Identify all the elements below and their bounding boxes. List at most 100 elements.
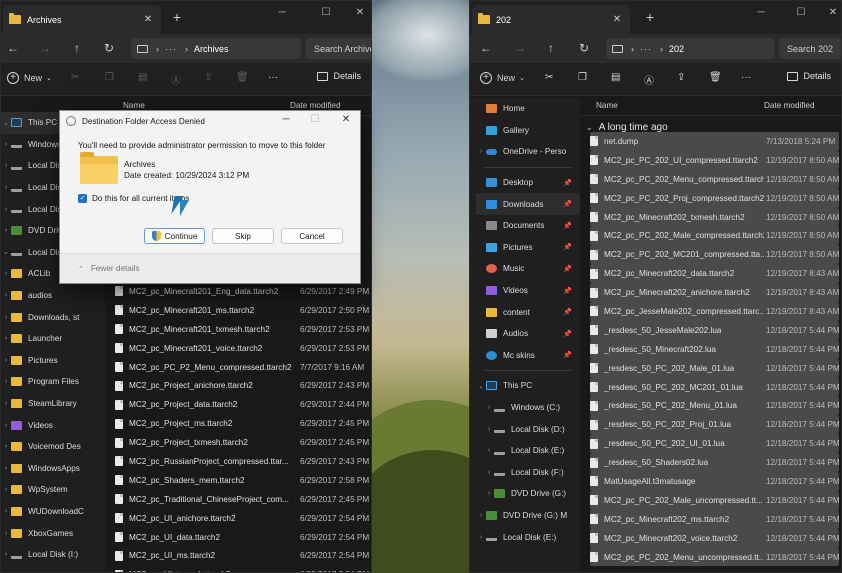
- minimize-button[interactable]: ─: [278, 114, 294, 125]
- sidebar-item[interactable]: Documents 📌: [476, 215, 580, 237]
- tab-archives[interactable]: Archives ✕: [3, 5, 161, 34]
- details-button[interactable]: Details: [787, 71, 831, 81]
- checkbox-checked-icon[interactable]: ✓: [78, 194, 87, 203]
- search-input[interactable]: Search 202: [779, 38, 841, 59]
- expand-chevron-icon[interactable]: ›: [1, 206, 11, 213]
- expand-chevron-icon[interactable]: ›: [1, 227, 11, 234]
- file-row[interactable]: MC2_pc_Minecraft201_voice.ttarch2 6/29/20…: [115, 339, 369, 358]
- sidebar-item[interactable]: › Program Files: [1, 371, 105, 393]
- more-options-icon[interactable]: ···: [268, 72, 278, 83]
- expand-chevron-icon[interactable]: ›: [476, 534, 486, 541]
- address-field[interactable]: › ··· › Archives: [131, 38, 301, 59]
- expand-chevron-icon[interactable]: ›: [1, 378, 11, 385]
- file-row[interactable]: MC2_pc_Project_data.ttarch2 6/29/2017 2:4…: [115, 395, 369, 414]
- sidebar-item[interactable]: Gallery: [476, 120, 580, 142]
- file-row[interactable]: MC2_pc_Minecraft202_voice.ttarch2 12/18/2…: [590, 528, 840, 548]
- sidebar-item[interactable]: › Local Disk (E:): [476, 526, 580, 548]
- file-row[interactable]: MatUsageAll.t3matusage 12/18/2017 5:44 PM: [590, 472, 840, 491]
- expand-chevron-icon[interactable]: ›: [484, 490, 494, 497]
- file-row[interactable]: MC2_pc_Minecraft201_Eng_data.ttarch2 6/29…: [115, 282, 369, 301]
- sidebar-item[interactable]: Desktop 📌: [476, 172, 580, 194]
- expand-chevron-icon[interactable]: ›: [1, 486, 11, 493]
- sidebar-item[interactable]: ⌄ This PC: [476, 375, 580, 397]
- close-tab-icon[interactable]: ✕: [141, 14, 155, 25]
- pin-icon[interactable]: 📌: [563, 330, 572, 338]
- column-name[interactable]: Name: [123, 101, 145, 110]
- new-tab-button[interactable]: +: [169, 9, 185, 25]
- file-row[interactable]: MC2_pc_PC_202_UI_compressed.ttarch2 12/19…: [590, 150, 839, 170]
- sidebar-item[interactable]: › XboxGames: [1, 522, 105, 544]
- file-row[interactable]: MC2_pc_Traditional_ChineseProject_com...…: [115, 490, 369, 509]
- rename-icon[interactable]: Ⓐ: [644, 72, 654, 87]
- refresh-icon[interactable]: ↻: [576, 41, 592, 55]
- expand-chevron-icon[interactable]: ⌄: [1, 119, 11, 127]
- column-name[interactable]: Name: [596, 101, 618, 110]
- file-row[interactable]: MC2_pc_JesseMale202_compressed.ttarc... 1…: [590, 302, 839, 321]
- file-row[interactable]: MC2_pc_UI_anichore.ttarch2 6/29/2017 2:54…: [115, 509, 369, 528]
- expand-chevron-icon[interactable]: ›: [1, 292, 11, 299]
- file-row[interactable]: _resdesc_50_PC_202_MC201_01.lua 12/18/201…: [590, 377, 840, 397]
- pin-icon[interactable]: 📌: [563, 287, 572, 295]
- copy-icon[interactable]: ❐: [105, 72, 114, 83]
- file-row[interactable]: MC2_pc_UI_txmesh.ttarch2 6/29/2017 2:54 P…: [115, 565, 369, 572]
- expand-chevron-icon[interactable]: ›: [1, 184, 11, 191]
- forward-arrow-icon[interactable]: →: [37, 41, 53, 55]
- sidebar-item[interactable]: Downloads 📌: [476, 193, 580, 215]
- search-input[interactable]: Search Archive: [306, 38, 371, 59]
- column-date-modified[interactable]: Date modified: [290, 101, 341, 110]
- back-arrow-icon[interactable]: ←: [478, 41, 494, 55]
- sidebar-item[interactable]: Music 📌: [476, 258, 580, 280]
- file-row[interactable]: MC2_pc_PC_202_Male_compressed.ttarch2 12/…: [590, 226, 839, 246]
- sidebar-item[interactable]: Audios 📌: [476, 323, 580, 345]
- column-date-modified[interactable]: Date modified: [764, 101, 815, 110]
- expand-chevron-icon[interactable]: ›: [1, 162, 11, 169]
- expand-chevron-icon[interactable]: ›: [1, 357, 11, 364]
- more-path-icon[interactable]: ···: [640, 44, 652, 54]
- sidebar-item[interactable]: Home: [476, 98, 580, 120]
- tab-202[interactable]: 202 ✕: [472, 5, 630, 34]
- up-arrow-icon[interactable]: ↑: [69, 41, 85, 55]
- file-row[interactable]: MC2_pc_Minecraft202_txmesh.ttarch2 12/19/…: [590, 207, 839, 227]
- sidebar-item[interactable]: content 📌: [476, 301, 580, 323]
- file-row[interactable]: net.dump 7/13/2018 5:24 PM: [590, 132, 839, 151]
- file-row[interactable]: MC2_pc_UI_ms.ttarch2 6/29/2017 2:54 PM: [115, 546, 369, 565]
- expand-chevron-icon[interactable]: ›: [1, 335, 11, 342]
- sidebar-item[interactable]: › WindowsApps: [1, 458, 105, 480]
- sidebar-item[interactable]: › Videos: [1, 414, 105, 436]
- new-tab-button[interactable]: +: [642, 9, 658, 25]
- expand-chevron-icon[interactable]: ›: [1, 422, 11, 429]
- continue-button[interactable]: Continue: [144, 228, 205, 244]
- expand-chevron-icon[interactable]: ›: [1, 551, 11, 558]
- pin-icon[interactable]: 📌: [563, 222, 572, 230]
- sidebar-item[interactable]: › OneDrive - Perso: [476, 141, 580, 163]
- address-field[interactable]: › ··· › 202: [606, 38, 774, 59]
- skip-button[interactable]: Skip: [212, 228, 274, 244]
- sidebar-item[interactable]: › Pictures: [1, 350, 105, 372]
- minimize-button[interactable]: ─: [752, 7, 770, 18]
- pin-icon[interactable]: 📌: [563, 179, 572, 187]
- pin-icon[interactable]: 📌: [563, 200, 572, 208]
- sidebar-item[interactable]: Mc skins 📌: [476, 345, 580, 367]
- expand-chevron-icon[interactable]: ›: [1, 508, 11, 515]
- file-row[interactable]: MC2_pc_Minecraft202_ms.ttarch2 12/18/2017…: [590, 509, 840, 529]
- maximize-button[interactable]: ☐: [307, 114, 323, 125]
- file-row[interactable]: MC2_pc_UI_data.ttarch2 6/29/2017 2:54 PM: [115, 528, 369, 547]
- file-row[interactable]: MC2_pc_PC_P2_Menu_compressed.ttarch2 7/7/…: [115, 358, 369, 377]
- file-row[interactable]: _resdesc_50_PC_202_UI_01.lua 12/18/2017 5…: [590, 434, 840, 454]
- refresh-icon[interactable]: ↻: [101, 41, 117, 55]
- sidebar-item[interactable]: › SteamLibrary: [1, 393, 105, 415]
- up-arrow-icon[interactable]: ↑: [543, 41, 559, 55]
- file-row[interactable]: _resdesc_50_PC_202_Male_01.lua 12/18/2017…: [590, 358, 840, 378]
- forward-arrow-icon[interactable]: →: [512, 41, 528, 55]
- expand-chevron-icon[interactable]: ›: [1, 314, 11, 321]
- new-button[interactable]: + New ⌄: [480, 72, 525, 84]
- file-row[interactable]: MC2_pc_Project_txmesh.ttarch2 6/29/2017 2…: [115, 433, 369, 452]
- more-options-icon[interactable]: ···: [741, 72, 751, 83]
- close-tab-icon[interactable]: ✕: [610, 14, 624, 25]
- sidebar-item[interactable]: › Windows (C:): [476, 397, 580, 419]
- file-row[interactable]: MC2_pc_Project_ms.ttarch2 6/29/2017 2:45 …: [115, 414, 369, 433]
- sidebar-item[interactable]: › DVD Drive (G:) M: [476, 505, 580, 527]
- expand-chevron-icon[interactable]: ›: [484, 469, 494, 476]
- paste-icon[interactable]: ▤: [611, 72, 620, 83]
- file-row[interactable]: MC2_pc_PC_202_Menu_uncompressed.tt... 12/…: [590, 547, 840, 567]
